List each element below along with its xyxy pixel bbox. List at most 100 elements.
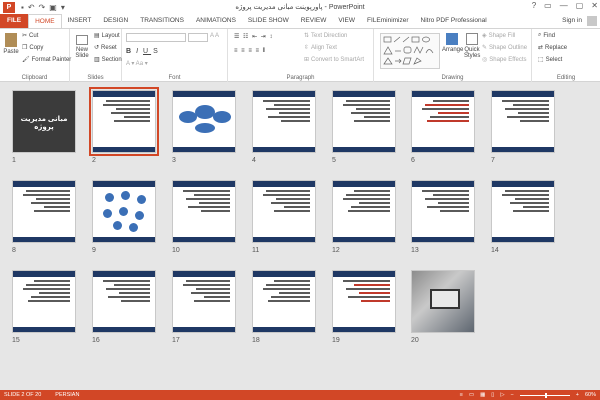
- title-bar: P ▪ ↶ ↷ ▣ ▾ پاورپوینت مبانی مدیریت پروژه…: [0, 0, 600, 14]
- user-avatar-icon[interactable]: [587, 16, 597, 26]
- list-buttons[interactable]: ☰ ☷ ⇤ ⇥ ↕: [234, 33, 273, 40]
- slide-thumbnail[interactable]: [491, 90, 555, 153]
- slide-thumbnail[interactable]: [411, 90, 475, 153]
- section-button[interactable]: ▥ Section: [94, 56, 122, 64]
- slide-sorter-view-icon[interactable]: ▦: [480, 390, 485, 400]
- tab-file[interactable]: FILE: [0, 14, 29, 28]
- slide-thumbnail[interactable]: [252, 180, 316, 243]
- slide-number: 16: [92, 337, 100, 344]
- close-button[interactable]: ✕: [591, 1, 598, 10]
- slide-thumbnail[interactable]: [89, 87, 159, 156]
- tab-transitions[interactable]: TRANSITIONS: [134, 14, 190, 28]
- slide-thumbnail[interactable]: [172, 270, 236, 333]
- notes-icon[interactable]: ≡: [460, 390, 463, 400]
- tab-insert[interactable]: INSERT: [62, 14, 98, 28]
- slide-thumbnail[interactable]: [12, 180, 76, 243]
- align-text-label: Align Text: [311, 44, 337, 51]
- slide-header-band: [412, 181, 474, 187]
- tab-fileminimizer[interactable]: FILEminimizer: [361, 14, 415, 28]
- language-indicator[interactable]: PERSIAN: [55, 392, 79, 398]
- font-family-select[interactable]: [126, 33, 186, 42]
- format-painter-button[interactable]: 🖌 Format Painter: [22, 56, 71, 64]
- cut-button[interactable]: ✂ Cut: [22, 32, 38, 40]
- slide-thumbnail[interactable]: [411, 180, 475, 243]
- slide-thumbnail[interactable]: [252, 90, 316, 153]
- alignment-buttons[interactable]: ≡ ≡ ≡ ≡ ⫴: [234, 48, 266, 55]
- tab-nitro-pdf[interactable]: Nitro PDF Professional: [415, 14, 493, 28]
- reset-button[interactable]: ↺ Reset: [94, 44, 117, 52]
- sign-in-link[interactable]: Sign in: [562, 14, 582, 28]
- layout-icon: ▤: [94, 33, 100, 39]
- slide-thumbnail[interactable]: [172, 90, 236, 153]
- reading-view-icon[interactable]: ▯: [491, 390, 494, 400]
- convert-smartart-button[interactable]: ⊞ Convert to SmartArt: [304, 56, 364, 64]
- slide-thumbnail[interactable]: [332, 180, 396, 243]
- slide-thumbnail[interactable]: [12, 270, 76, 333]
- paste-label: Paste: [3, 49, 19, 55]
- slide-thumbnail[interactable]: [92, 180, 156, 243]
- shape-outline-label: Shape Outline: [489, 44, 528, 51]
- new-slide-button[interactable]: New Slide: [73, 35, 91, 59]
- tab-design[interactable]: DESIGN: [97, 14, 134, 28]
- slide-header-band: [13, 181, 75, 187]
- normal-view-icon[interactable]: ▭: [469, 390, 474, 400]
- slide-thumbnail[interactable]: [411, 270, 475, 333]
- slide-thumbnail[interactable]: مبانی مدیریت پروژه: [12, 90, 76, 153]
- tab-home[interactable]: HOME: [28, 14, 62, 28]
- shape-effects-button[interactable]: ◎ Shape Effects: [482, 56, 527, 64]
- start-from-beginning-icon[interactable]: ▣: [49, 3, 57, 12]
- redo-icon[interactable]: ↷: [39, 3, 46, 12]
- layout-button[interactable]: ▤ Layout: [94, 32, 120, 40]
- slide-thumbnail[interactable]: [252, 270, 316, 333]
- shape-fill-button[interactable]: ◈ Shape Fill: [482, 32, 515, 40]
- save-icon[interactable]: ▪: [21, 3, 24, 12]
- shape-outline-button[interactable]: ✎ Shape Outline: [482, 44, 528, 52]
- slide-number: 15: [12, 337, 20, 344]
- arrange-button[interactable]: Arrange: [442, 33, 463, 53]
- maximize-button[interactable]: ▢: [576, 1, 584, 10]
- slide-thumbnail[interactable]: [491, 180, 555, 243]
- slide-thumbnail[interactable]: [92, 270, 156, 333]
- slide-header-band: [253, 181, 315, 187]
- copy-label: Copy: [29, 44, 44, 51]
- slide-thumbnail[interactable]: [172, 180, 236, 243]
- slide-number: 4: [252, 157, 256, 164]
- font-size-select[interactable]: [188, 33, 208, 42]
- font-color-button[interactable]: A ▾ Aa ▾: [126, 60, 148, 67]
- slide-header-band: [173, 181, 235, 187]
- paste-button[interactable]: Paste: [3, 33, 19, 55]
- ribbon-display-options-icon[interactable]: ▭: [544, 1, 552, 10]
- slideshow-view-icon[interactable]: ▷: [500, 390, 504, 400]
- align-text-button[interactable]: ⇳ Align Text: [304, 44, 337, 52]
- shapes-gallery[interactable]: [380, 33, 440, 69]
- zoom-level[interactable]: 60%: [585, 390, 596, 400]
- copy-button[interactable]: ❐ Copy: [22, 44, 44, 52]
- find-button[interactable]: ⌕ Find: [538, 32, 555, 39]
- zoom-in-button[interactable]: +: [576, 390, 579, 400]
- help-icon[interactable]: ?: [532, 1, 536, 10]
- slide-thumbnail[interactable]: [332, 270, 396, 333]
- font-grow-shrink[interactable]: A A: [210, 33, 219, 39]
- minimize-button[interactable]: —: [560, 1, 568, 10]
- slide-number: 10: [172, 247, 180, 254]
- slide-number: 5: [332, 157, 336, 164]
- diagram-node: [129, 223, 138, 232]
- select-button[interactable]: ⬚ Select: [538, 56, 562, 64]
- font-format-buttons[interactable]: BIUS: [126, 48, 161, 55]
- zoom-slider[interactable]: [519, 392, 570, 398]
- undo-icon[interactable]: ↶: [28, 3, 35, 12]
- slide-thumbnail[interactable]: [332, 90, 396, 153]
- tab-view[interactable]: VIEW: [332, 14, 361, 28]
- zoom-slider-thumb[interactable]: [544, 392, 547, 398]
- slide-text-lines: [178, 190, 230, 214]
- tab-slide-show[interactable]: SLIDE SHOW: [242, 14, 295, 28]
- quick-styles-button[interactable]: Quick Styles: [464, 33, 480, 59]
- customize-qat-icon[interactable]: ▾: [61, 3, 65, 12]
- diagram-node: [121, 191, 130, 200]
- replace-button[interactable]: ⇄ Replace: [538, 44, 567, 52]
- text-direction-button[interactable]: ⇅ Text Direction: [304, 32, 347, 40]
- tab-animations[interactable]: ANIMATIONS: [190, 14, 242, 28]
- zoom-out-button[interactable]: −: [511, 390, 514, 400]
- slide-footer-band: [13, 237, 75, 242]
- tab-review[interactable]: REVIEW: [295, 14, 333, 28]
